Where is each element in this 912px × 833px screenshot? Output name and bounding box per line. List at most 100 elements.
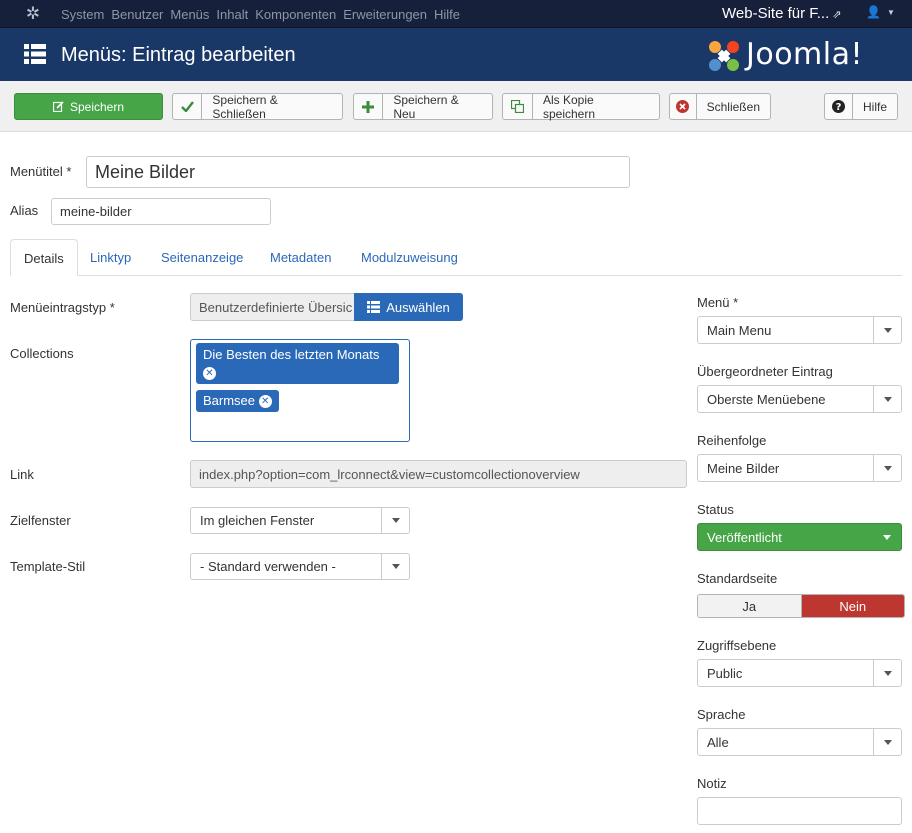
list-icon (367, 301, 381, 313)
language-select[interactable]: Alle (697, 728, 902, 756)
tab-metadata[interactable]: Metadaten (270, 239, 331, 276)
alias-value: meine-bilder (60, 204, 132, 219)
save-button-label: Speichern (69, 99, 125, 114)
collection-chip-label: Barmsee (203, 393, 256, 408)
check-icon (173, 94, 203, 119)
page-title: Menüs: Eintrag bearbeiten (61, 44, 296, 66)
alias-input[interactable]: meine-bilder (51, 198, 271, 225)
tab-module-assignment[interactable]: Modulzuweisung (361, 239, 458, 276)
site-link-label: Web-Site für F... (722, 5, 830, 22)
user-menu[interactable]: 👤 ▼ (866, 5, 895, 19)
title-label: Menütitel * (10, 164, 72, 179)
status-select[interactable]: Veröffentlicht (697, 523, 902, 551)
menu-system[interactable]: System (61, 7, 104, 22)
menu-users[interactable]: Benutzer (111, 7, 163, 22)
template-style-value: - Standard verwenden - (200, 559, 336, 574)
chevron-down-icon (873, 524, 901, 550)
title-value: Meine Bilder (95, 161, 196, 182)
chevron-down-icon (381, 554, 409, 579)
user-icon: 👤 (866, 5, 881, 19)
link-label: Link (10, 467, 34, 482)
target-window-value: Im gleichen Fenster (200, 513, 315, 528)
save-close-label: Speichern & Schließen (212, 92, 278, 121)
parent-item-value: Oberste Menüebene (707, 391, 826, 407)
link-value: index.php?option=com_lrconnect&view=cust… (199, 466, 580, 482)
tab-bar: Details Linktyp Seitenanzeige Metadaten … (10, 239, 902, 276)
save-new-label: Speichern & Neu (393, 92, 459, 121)
save-close-button[interactable]: Speichern & Schließen (172, 92, 343, 121)
joomla-brand-icon (709, 41, 739, 71)
help-label: Hilfe (862, 99, 887, 114)
help-button[interactable]: ? Hilfe (824, 93, 898, 120)
save-new-button[interactable]: Speichern & Neu (353, 92, 493, 121)
tab-details[interactable]: Details (10, 239, 78, 276)
menu-menus[interactable]: Menüs (170, 7, 209, 22)
collection-chip: Die Besten des letzten Monats ✕ (196, 343, 399, 384)
joomla-brand-text: Joomla! (746, 37, 864, 72)
close-button[interactable]: Schließen (669, 93, 771, 120)
language-value: Alle (707, 734, 729, 750)
status-label: Status (697, 502, 734, 517)
chevron-down-icon (381, 508, 409, 533)
access-level-value: Public (707, 665, 743, 681)
admin-menu: System Benutzer Menüs Inhalt Komponenten… (61, 0, 467, 28)
edit-icon (52, 94, 64, 119)
save-copy-button[interactable]: Als Kopie speichern (502, 92, 660, 121)
select-type-label: Auswählen (386, 299, 450, 315)
title-input[interactable]: Meine Bilder (86, 156, 630, 188)
site-link[interactable]: Web-Site für F... ⇗ (722, 0, 841, 28)
select-type-button[interactable]: Auswählen (354, 293, 463, 321)
note-label: Notiz (697, 776, 727, 791)
collections-multiselect[interactable]: Die Besten des letzten Monats ✕ Barmsee … (190, 339, 410, 442)
default-page-yes[interactable]: Ja (698, 595, 802, 617)
svg-text:?: ? (836, 102, 842, 113)
default-page-label: Standardseite (697, 571, 778, 586)
menu-select[interactable]: Main Menu (697, 316, 902, 344)
remove-chip-icon[interactable]: ✕ (203, 366, 216, 380)
joomla-logo-icon[interactable]: ✲ (24, 5, 42, 23)
save-button[interactable]: Speichern (14, 93, 163, 120)
toolbar: Speichern Speichern & Schließen Speicher… (0, 81, 912, 132)
save-copy-label: Als Kopie speichern (542, 92, 596, 121)
status-value: Veröffentlicht (707, 529, 782, 545)
external-link-icon: ⇗ (832, 9, 842, 21)
menu-label: Menü * (697, 295, 739, 310)
link-field: index.php?option=com_lrconnect&view=cust… (190, 460, 687, 488)
menu-item-type-label: Menüeintragstyp * (10, 300, 115, 315)
chevron-down-icon (873, 729, 901, 755)
chevron-down-icon (873, 386, 901, 412)
plus-icon (354, 94, 384, 119)
default-page-toggle: Ja Nein (697, 594, 905, 618)
access-level-label: Zugriffsebene (697, 638, 777, 653)
collections-label: Collections (10, 346, 74, 361)
menu-item-type-field: Benutzerdefinierte Übersic (190, 293, 356, 321)
close-label: Schließen (706, 99, 760, 114)
language-label: Sprache (697, 707, 746, 722)
menu-components[interactable]: Komponenten (255, 7, 336, 22)
default-page-no[interactable]: Nein (801, 595, 904, 617)
ordering-select[interactable]: Meine Bilder (697, 454, 902, 482)
collection-chip: Barmsee ✕ (196, 390, 279, 412)
question-icon: ? (825, 94, 853, 119)
parent-item-label: Übergeordneter Eintrag (697, 364, 833, 379)
caret-down-icon: ▼ (886, 8, 895, 18)
target-window-label: Zielfenster (10, 513, 71, 528)
target-window-select[interactable]: Im gleichen Fenster (190, 507, 410, 534)
chevron-down-icon (873, 455, 901, 481)
menu-value: Main Menu (707, 322, 772, 338)
note-input[interactable] (697, 797, 902, 825)
close-circle-icon (670, 94, 697, 119)
ordering-value: Meine Bilder (707, 460, 780, 476)
menu-help[interactable]: Hilfe (434, 7, 460, 22)
menu-extensions[interactable]: Erweiterungen (343, 7, 427, 22)
menu-content[interactable]: Inhalt (216, 7, 248, 22)
menu-item-type-value: Benutzerdefinierte Übersic (199, 299, 353, 315)
tab-linktype[interactable]: Linktyp (90, 239, 131, 276)
chevron-down-icon (873, 317, 901, 343)
remove-chip-icon[interactable]: ✕ (258, 395, 272, 409)
template-style-select[interactable]: - Standard verwenden - (190, 553, 410, 580)
tab-page-display[interactable]: Seitenanzeige (161, 239, 243, 276)
access-level-select[interactable]: Public (697, 659, 902, 687)
parent-item-select[interactable]: Oberste Menüebene (697, 385, 902, 413)
list-icon (24, 44, 46, 64)
